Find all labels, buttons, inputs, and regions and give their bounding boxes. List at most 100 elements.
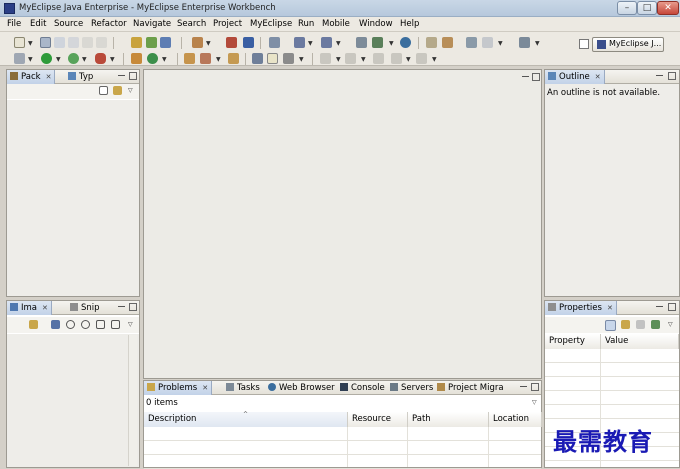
save-icon[interactable] bbox=[40, 37, 51, 48]
fit-icon[interactable] bbox=[51, 320, 60, 329]
chevron-down-icon[interactable]: ▼ bbox=[389, 40, 394, 47]
new-icon[interactable] bbox=[14, 37, 25, 48]
lock-icon[interactable] bbox=[426, 37, 437, 48]
task-icon[interactable] bbox=[252, 53, 263, 64]
tab-tasks[interactable]: Tasks bbox=[223, 381, 263, 395]
filter-icon[interactable] bbox=[621, 320, 630, 329]
chevron-down-icon[interactable]: ▼ bbox=[336, 56, 341, 63]
tab-type-hierarchy[interactable]: Typ bbox=[65, 70, 96, 84]
editor-area[interactable] bbox=[143, 69, 542, 379]
pencil-icon[interactable] bbox=[200, 53, 211, 64]
chevron-down-icon[interactable]: ▼ bbox=[216, 56, 221, 63]
view-menu-icon[interactable]: ▽ bbox=[668, 321, 673, 328]
menu-project[interactable]: Project bbox=[213, 19, 242, 29]
open-browser-icon[interactable] bbox=[442, 37, 453, 48]
minimize-view-icon[interactable] bbox=[118, 306, 125, 307]
view-menu-icon[interactable]: ▽ bbox=[128, 321, 133, 328]
chevron-down-icon[interactable]: ▼ bbox=[162, 56, 167, 63]
menu-edit[interactable]: Edit bbox=[30, 19, 46, 29]
menu-window[interactable]: Window bbox=[359, 19, 393, 29]
open-folder-icon[interactable] bbox=[184, 53, 195, 64]
brush-icon[interactable] bbox=[283, 53, 294, 64]
tab-servers[interactable]: Servers bbox=[387, 381, 436, 395]
forward-icon[interactable] bbox=[416, 53, 427, 64]
menu-navigate[interactable]: Navigate bbox=[133, 19, 171, 29]
actual-size-icon[interactable] bbox=[96, 320, 105, 329]
maximize-view-icon[interactable] bbox=[531, 383, 539, 391]
tab-project-migration[interactable]: Project Migra bbox=[434, 381, 507, 395]
last-edit-icon[interactable] bbox=[373, 53, 384, 64]
chevron-down-icon[interactable]: ▼ bbox=[206, 40, 211, 47]
chevron-down-icon[interactable]: ▼ bbox=[299, 56, 304, 63]
open-image-icon[interactable] bbox=[29, 320, 38, 329]
column-header-resource[interactable]: Resource bbox=[348, 412, 408, 427]
maximize-view-icon[interactable] bbox=[532, 73, 540, 81]
tab-package-explorer[interactable]: Pack ✕ bbox=[7, 70, 56, 84]
close-icon[interactable]: ✕ bbox=[607, 304, 613, 312]
rotate-icon[interactable] bbox=[111, 320, 120, 329]
minimize-view-icon[interactable] bbox=[656, 75, 663, 76]
paste-icon[interactable] bbox=[96, 37, 107, 48]
minimize-view-icon[interactable] bbox=[520, 386, 527, 387]
server-icon[interactable] bbox=[243, 37, 254, 48]
link-editor-icon[interactable] bbox=[113, 86, 122, 95]
print-icon[interactable] bbox=[68, 37, 79, 48]
run-icon[interactable] bbox=[41, 53, 52, 64]
maximize-view-icon[interactable] bbox=[668, 72, 676, 80]
close-icon[interactable]: ✕ bbox=[46, 73, 52, 81]
open-perspective-icon[interactable] bbox=[579, 39, 589, 49]
close-icon[interactable]: ✕ bbox=[202, 384, 208, 392]
chevron-down-icon[interactable]: ▼ bbox=[498, 40, 503, 47]
maximize-view-icon[interactable] bbox=[129, 72, 137, 80]
menu-help[interactable]: Help bbox=[400, 19, 419, 29]
chevron-down-icon[interactable]: ▼ bbox=[406, 56, 411, 63]
monitor-icon[interactable] bbox=[519, 37, 530, 48]
menu-refactor[interactable]: Refactor bbox=[91, 19, 127, 29]
tab-properties[interactable]: Properties ✕ bbox=[545, 301, 617, 315]
minimize-view-icon[interactable] bbox=[522, 76, 529, 77]
zoom-in-icon[interactable] bbox=[81, 320, 90, 329]
chevron-down-icon[interactable]: ▼ bbox=[28, 40, 33, 47]
categories-icon[interactable] bbox=[605, 320, 616, 331]
view-menu-icon[interactable]: ▽ bbox=[532, 399, 537, 406]
menu-source[interactable]: Source bbox=[54, 19, 83, 29]
minimize-view-icon[interactable] bbox=[656, 306, 663, 307]
minimize-button[interactable]: – bbox=[617, 1, 637, 15]
column-header-property[interactable]: Property bbox=[545, 334, 601, 349]
wizard2-icon[interactable] bbox=[321, 37, 332, 48]
chevron-down-icon[interactable]: ▼ bbox=[336, 40, 341, 47]
close-button[interactable]: ✕ bbox=[657, 1, 679, 15]
chevron-down-icon[interactable]: ▼ bbox=[56, 56, 61, 63]
run-ext-icon[interactable] bbox=[68, 53, 79, 64]
annotation-icon[interactable] bbox=[267, 53, 278, 64]
zoom-out-icon[interactable] bbox=[66, 320, 75, 329]
report-icon[interactable] bbox=[466, 37, 477, 48]
gear-icon[interactable] bbox=[14, 53, 25, 64]
maximize-view-icon[interactable] bbox=[129, 303, 137, 311]
next-annotation-icon[interactable] bbox=[320, 53, 331, 64]
column-header-location[interactable]: Location bbox=[489, 412, 542, 427]
save-all-icon[interactable] bbox=[54, 37, 65, 48]
chevron-down-icon[interactable]: ▼ bbox=[82, 56, 87, 63]
column-header-value[interactable]: Value bbox=[601, 334, 679, 349]
deploy-icon[interactable] bbox=[356, 37, 367, 48]
new-package-icon[interactable] bbox=[147, 53, 158, 64]
tools-icon[interactable] bbox=[482, 37, 493, 48]
vertical-scrollbar[interactable] bbox=[128, 335, 137, 466]
web-icon[interactable] bbox=[269, 37, 280, 48]
tab-problems[interactable]: Problems ✕ bbox=[144, 381, 213, 395]
package-icon[interactable] bbox=[192, 37, 203, 48]
column-header-path[interactable]: Path bbox=[408, 412, 489, 427]
tab-image-viewer[interactable]: Ima ✕ bbox=[7, 301, 52, 315]
close-icon[interactable]: ✕ bbox=[595, 73, 601, 81]
maximize-button[interactable]: □ bbox=[637, 1, 657, 15]
globe-icon[interactable] bbox=[400, 37, 411, 48]
view-menu-icon[interactable]: ▽ bbox=[128, 87, 133, 94]
chevron-down-icon[interactable]: ▼ bbox=[535, 40, 540, 47]
folder-icon[interactable] bbox=[228, 53, 239, 64]
run-server-icon[interactable] bbox=[372, 37, 383, 48]
tab-snippets[interactable]: Snip bbox=[67, 301, 103, 315]
prev-annotation-icon[interactable] bbox=[345, 53, 356, 64]
new-class-icon[interactable] bbox=[131, 53, 142, 64]
tab-outline[interactable]: Outline ✕ bbox=[545, 70, 605, 84]
